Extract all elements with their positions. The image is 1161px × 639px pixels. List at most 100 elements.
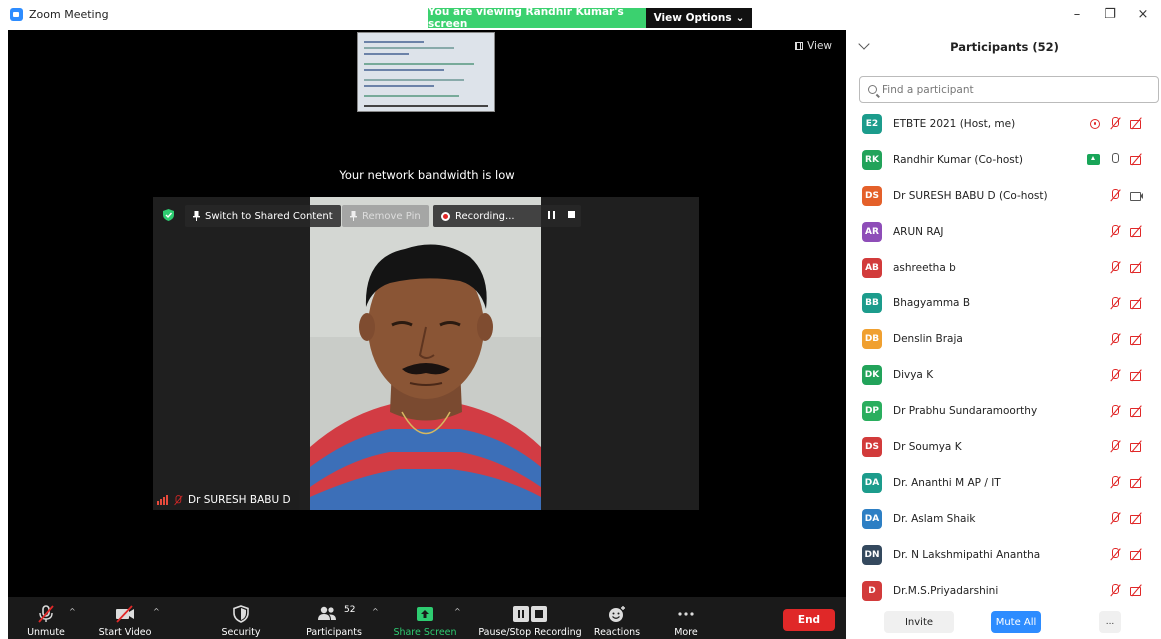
start-video-button[interactable]: Start Video <box>90 597 160 639</box>
mic-muted-icon[interactable] <box>1109 368 1121 382</box>
invite-button[interactable]: Invite <box>884 611 954 633</box>
stop-recording-icon[interactable] <box>568 211 575 218</box>
avatar: E2 <box>862 113 882 134</box>
start-video-label: Start Video <box>98 627 152 638</box>
panel-more-button[interactable]: ... <box>1099 611 1121 633</box>
camera-on-icon[interactable] <box>1130 190 1143 202</box>
participant-row[interactable]: RK Randhir Kumar (Co-host) <box>848 142 1161 178</box>
participants-label: Participants <box>306 627 362 638</box>
switch-to-shared-label: Switch to Shared Content <box>205 210 333 222</box>
camera-off-icon[interactable] <box>1130 262 1143 273</box>
mic-muted-icon[interactable] <box>1109 296 1121 310</box>
participant-row[interactable]: DB Denslin Braja <box>848 321 1161 357</box>
end-meeting-button[interactable]: End <box>783 609 835 631</box>
view-layout-button[interactable]: View <box>795 40 832 52</box>
mute-all-button[interactable]: Mute All <box>991 611 1041 633</box>
video-tile-toolbar: Switch to Shared Content Remove Pin Reco… <box>153 203 699 227</box>
participant-name: Dr SURESH BABU D (Co-host) <box>893 189 1048 202</box>
speaker-name-label: Dr SURESH BABU D <box>153 490 299 510</box>
more-button[interactable]: More <box>664 597 708 639</box>
security-button[interactable]: Security <box>213 597 269 639</box>
avatar: DN <box>862 544 882 565</box>
participants-panel-title: Participants (52) <box>950 40 1059 54</box>
pause-stop-recording-button[interactable]: Pause/Stop Recording <box>472 597 588 639</box>
avatar: BB <box>862 293 882 314</box>
participant-name: ETBTE 2021 (Host, me) <box>893 117 1016 130</box>
participant-count-badge: 52 <box>344 605 356 615</box>
recording-dot-icon <box>441 211 450 221</box>
camera-off-icon[interactable] <box>1130 406 1143 417</box>
close-button[interactable]: × <box>1133 6 1153 24</box>
participant-row[interactable]: DS Dr Soumya K <box>848 429 1161 465</box>
camera-off-icon[interactable] <box>1130 226 1143 238</box>
mic-muted-icon[interactable] <box>1109 476 1121 489</box>
maximize-button[interactable]: ❐ <box>1100 6 1120 24</box>
pinned-video-tile[interactable]: Switch to Shared Content Remove Pin Reco… <box>153 197 699 510</box>
mic-muted-icon[interactable] <box>1109 404 1121 418</box>
unmute-button[interactable]: Unmute <box>18 597 74 639</box>
participants-options-caret[interactable]: ^ <box>372 607 379 616</box>
participants-icon <box>318 606 337 620</box>
video-options-caret[interactable]: ^ <box>153 607 160 616</box>
camera-off-icon[interactable] <box>1130 585 1143 597</box>
participant-row[interactable]: AR ARUN RAJ <box>848 214 1161 250</box>
participant-name: Divya K <box>893 369 934 382</box>
switch-to-shared-content-button[interactable]: Switch to Shared Content <box>185 205 341 227</box>
mic-on-icon[interactable] <box>1109 153 1121 166</box>
participant-row[interactable]: DA Dr. Ananthi M AP / IT <box>848 465 1161 501</box>
participant-search-input[interactable]: Find a participant <box>859 76 1159 103</box>
mic-muted-icon[interactable] <box>1109 189 1121 202</box>
mic-muted-icon[interactable] <box>1109 332 1121 346</box>
camera-off-icon[interactable] <box>1130 441 1143 453</box>
screen-share-icon[interactable] <box>1087 154 1100 166</box>
participant-row[interactable]: E2 ETBTE 2021 (Host, me) <box>848 106 1161 142</box>
participant-row[interactable]: DP Dr Prabhu Sundaramoorthy <box>848 393 1161 429</box>
app-title: Zoom Meeting <box>10 8 109 21</box>
reactions-button[interactable]: Reactions <box>590 597 644 639</box>
view-label: View <box>807 40 832 52</box>
camera-off-icon[interactable] <box>1130 513 1143 525</box>
signal-strength-icon <box>157 495 168 505</box>
view-options-button[interactable]: View Options ⌄ <box>646 8 752 28</box>
mic-muted-icon[interactable] <box>1109 584 1121 597</box>
participant-row[interactable]: DA Dr. Aslam Shaik <box>848 501 1161 537</box>
shared-screen-thumbnail[interactable] <box>357 32 495 112</box>
remove-pin-button[interactable]: Remove Pin <box>342 205 429 227</box>
participant-status-icons <box>1109 189 1143 202</box>
mic-muted-icon[interactable] <box>1109 117 1121 130</box>
mic-muted-icon[interactable] <box>1109 548 1121 561</box>
mic-muted-icon[interactable] <box>1109 440 1121 453</box>
participant-status-icons <box>1109 296 1143 310</box>
participant-name: ARUN RAJ <box>893 225 944 238</box>
minimize-button[interactable]: – <box>1067 6 1087 24</box>
camera-off-icon[interactable] <box>1130 154 1143 166</box>
mic-muted-icon[interactable] <box>1109 261 1121 274</box>
camera-off-icon[interactable] <box>1130 118 1143 130</box>
camera-off-icon[interactable] <box>1130 370 1143 381</box>
participant-row[interactable]: DS Dr SURESH BABU D (Co-host) <box>848 178 1161 214</box>
camera-off-icon[interactable] <box>1130 477 1143 489</box>
share-screen-button[interactable]: Share Screen <box>392 597 458 639</box>
participant-row[interactable]: BB Bhagyamma B <box>848 285 1161 321</box>
pause-stop-recording-label: Pause/Stop Recording <box>478 627 582 638</box>
participant-status-icons <box>1109 225 1143 238</box>
host-icon[interactable] <box>1090 118 1100 129</box>
camera-off-icon[interactable] <box>1130 334 1143 345</box>
share-options-caret[interactable]: ^ <box>454 607 461 616</box>
mic-muted-icon[interactable] <box>1109 225 1121 238</box>
mic-muted-icon[interactable] <box>1109 512 1121 525</box>
avatar: DB <box>862 329 882 350</box>
pause-recording-icon[interactable] <box>548 211 555 219</box>
avatar: DS <box>862 185 882 206</box>
camera-off-icon[interactable] <box>1130 549 1143 561</box>
participant-row[interactable]: DN Dr. N Lakshmipathi Anantha <box>848 537 1161 573</box>
participants-button[interactable]: Participants <box>300 597 368 639</box>
participant-name: Dr Soumya K <box>893 440 962 453</box>
avatar: DA <box>862 472 882 493</box>
audio-options-caret[interactable]: ^ <box>69 607 76 616</box>
participant-row[interactable]: AB ashreetha b <box>848 250 1161 286</box>
share-screen-icon <box>417 607 433 621</box>
participant-row[interactable]: D Dr.M.S.Priyadarshini <box>848 573 1161 609</box>
camera-off-icon[interactable] <box>1130 298 1143 309</box>
participant-row[interactable]: DK Divya K <box>848 357 1161 393</box>
